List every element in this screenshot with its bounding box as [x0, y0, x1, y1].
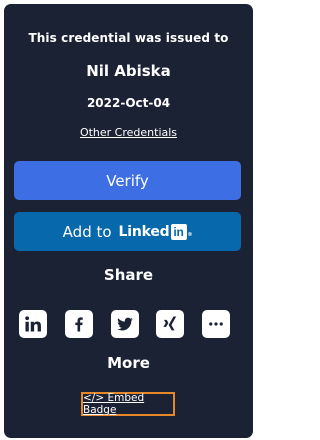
- add-to-linkedin-button[interactable]: Add to Linked in ®: [14, 212, 241, 251]
- xing-icon: [163, 316, 177, 331]
- linkedin-logo: Linked in ®: [118, 223, 193, 240]
- linkedin-logo-box: in: [170, 223, 187, 240]
- share-icons-row: [19, 310, 230, 338]
- add-to-label: Add to: [62, 222, 112, 241]
- more-title: More: [107, 354, 150, 372]
- linkedin-icon: [25, 316, 41, 332]
- issued-to-label: This credential was issued to: [28, 31, 229, 45]
- more-options-icon: [209, 322, 223, 326]
- share-linkedin-button[interactable]: [19, 310, 47, 338]
- twitter-icon: [117, 317, 133, 331]
- verify-button[interactable]: Verify: [14, 161, 241, 200]
- linkedin-logo-registered: ®: [187, 231, 193, 238]
- share-xing-button[interactable]: [156, 310, 184, 338]
- linkedin-logo-word: Linked: [118, 223, 170, 240]
- embed-badge-link[interactable]: </> Embed Badge: [81, 392, 175, 416]
- facebook-icon: [75, 317, 83, 332]
- share-twitter-button[interactable]: [111, 310, 139, 338]
- credential-card: This credential was issued to Nil Abiska…: [4, 4, 253, 438]
- share-title: Share: [103, 266, 154, 284]
- share-facebook-button[interactable]: [65, 310, 93, 338]
- share-more-options-button[interactable]: [202, 310, 230, 338]
- recipient-name: Nil Abiska: [86, 62, 171, 80]
- other-credentials-link[interactable]: Other Credentials: [4, 126, 253, 139]
- issue-date: 2022-Oct-04: [86, 96, 171, 110]
